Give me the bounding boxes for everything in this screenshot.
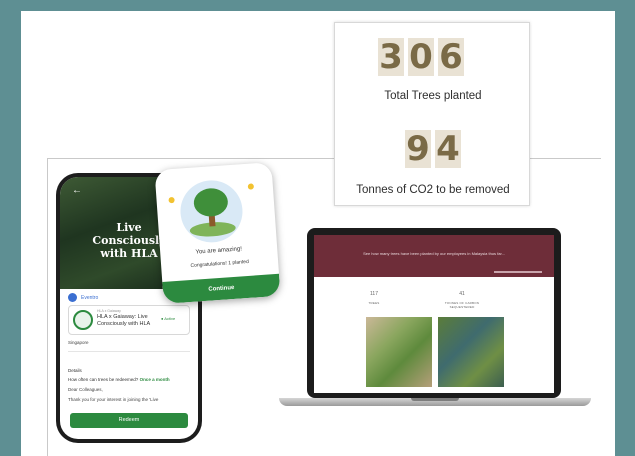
mangrove-aerial-photo: [438, 317, 504, 387]
sparkle-icon: [168, 196, 175, 204]
tree-crown: [192, 187, 229, 218]
event-location: Singapore: [68, 340, 89, 345]
co2-label: Tonnes of CO2 to be removed: [356, 184, 510, 196]
co2-digit: 4: [435, 129, 461, 169]
event-status-badge: ● Active: [161, 316, 176, 321]
back-arrow-icon[interactable]: ←: [72, 185, 82, 196]
event-logo-icon: [73, 310, 93, 330]
redeem-frequency: How often can trees be redeemed? Once a …: [68, 377, 170, 382]
thanks-text: Thank you for your interest in joining t…: [68, 397, 159, 402]
sparkle-icon: [247, 183, 255, 190]
organizer-row: Eventro: [68, 293, 98, 302]
banner-text: See how many trees have been planted by …: [363, 251, 505, 256]
greeting-text: Dear Colleagues,: [68, 387, 103, 392]
event-label: HLA x Gaiaway: [97, 309, 121, 313]
trees-label: Total Trees planted: [384, 90, 482, 102]
laptop-notch: [411, 398, 459, 401]
redeem-answer: Once a month: [139, 377, 170, 382]
redeem-question: How often can trees be redeemed?: [68, 377, 139, 382]
vertical-divider: [47, 158, 48, 456]
success-popup: You are amazing! Congratulations! 1 plan…: [154, 162, 281, 304]
popup-subtitle: Congratulations! 1 planted: [190, 258, 249, 269]
redeem-button[interactable]: Redeem: [70, 413, 188, 428]
carbon-metric-label: TONNES OF CARBON SEQUESTERED: [444, 301, 480, 309]
co2-digit: 9: [405, 129, 431, 169]
details-heading: Details: [68, 368, 82, 373]
carbon-metric-value: 41: [459, 291, 465, 297]
trees-digit: 0: [408, 37, 434, 77]
event-card[interactable]: HLA x Gaiaway HLA x Gaiaway: Live Consci…: [68, 305, 190, 335]
trees-counter: 3 0 6: [378, 37, 464, 77]
stats-card: 3 0 6 Total Trees planted 9 4 Tonnes of …: [334, 22, 530, 206]
seedlings-photo: [366, 317, 432, 387]
trees-metric: 117 TREES: [344, 291, 404, 305]
carbon-metric: 41 TONNES OF CARBON SEQUESTERED: [432, 291, 492, 309]
laptop-banner: See how many trees have been planted by …: [314, 235, 554, 277]
co2-counter: 9 4: [405, 129, 461, 169]
banner-underline: [494, 271, 542, 273]
popup-title: You are amazing!: [195, 246, 243, 256]
event-name: HLA x Gaiaway: Live Consciously with HLA: [97, 314, 151, 327]
laptop-mockup: See how many trees have been planted by …: [307, 228, 561, 398]
organizer-name[interactable]: Eventro: [81, 295, 98, 301]
laptop-display: See how many trees have been planted by …: [314, 235, 554, 393]
section-divider: [68, 351, 190, 352]
trees-digit: 6: [438, 37, 464, 77]
tree-illustration-icon: [178, 178, 245, 245]
organizer-logo-icon: [68, 293, 77, 302]
trees-digit: 3: [378, 37, 404, 77]
trees-metric-label: TREES: [368, 301, 380, 305]
trees-metric-value: 117: [370, 291, 378, 297]
